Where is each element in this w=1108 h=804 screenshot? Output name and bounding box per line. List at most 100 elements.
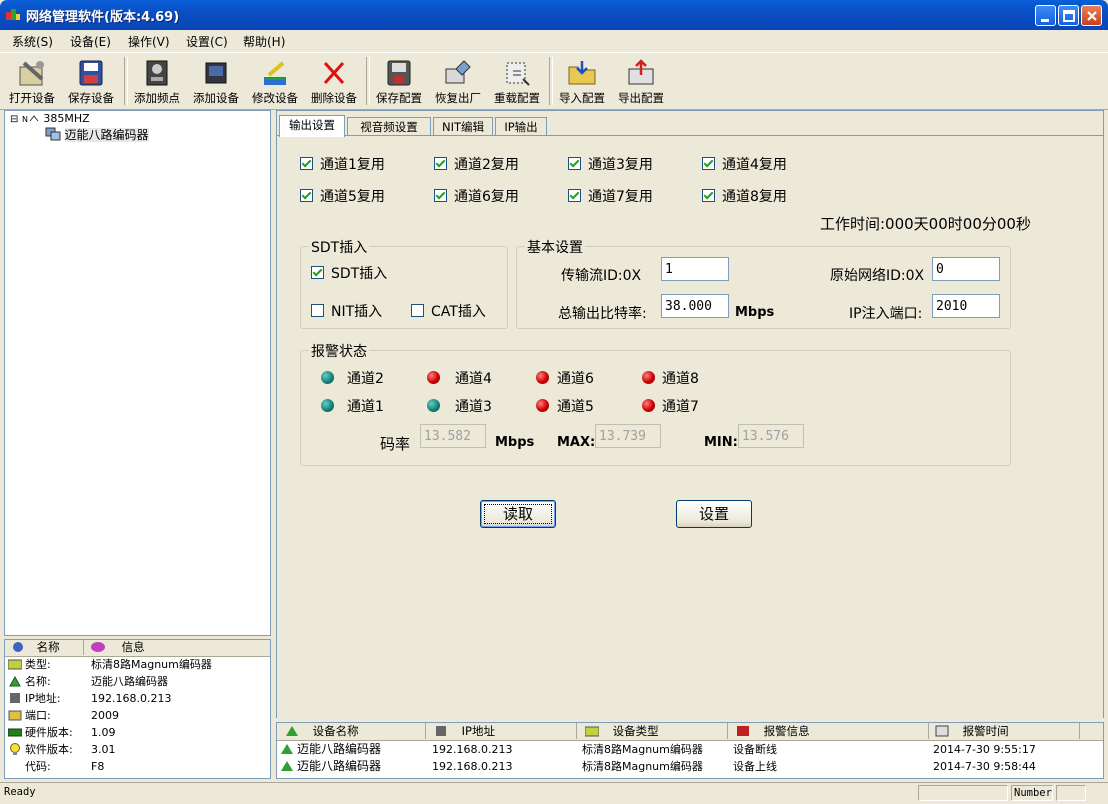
save-device-button[interactable]: 保存设备: [62, 55, 120, 107]
basic-settings-group: 基本设置 传输流ID:0X 原始网络ID:0X 总输出比特率: Mbps IP注…: [516, 237, 1011, 329]
bitrate-unit: Mbps: [735, 305, 775, 320]
add-device-button[interactable]: 添加设备: [187, 55, 245, 107]
channel-5-status-led: [536, 399, 549, 412]
status-numlock: Number: [1011, 785, 1053, 801]
info-header-name[interactable]: 名称: [5, 640, 84, 655]
status-text: Ready: [4, 786, 36, 798]
save-config-icon: [387, 60, 411, 86]
menu-operation[interactable]: 操作(V): [128, 33, 170, 50]
ts-id-label: 传输流ID:0X: [561, 268, 642, 284]
log-header-device-name[interactable]: 设备名称: [277, 723, 426, 739]
import-config-button[interactable]: 导入配置: [553, 55, 611, 107]
maximize-button[interactable]: [1058, 5, 1079, 26]
reload-config-icon: [506, 62, 530, 86]
tab-av-settings[interactable]: 视音频设置: [347, 117, 431, 135]
delete-device-button[interactable]: 删除设备: [305, 55, 363, 107]
sdt-insert-checkbox[interactable]: SDT插入: [311, 263, 387, 283]
device-tree[interactable]: ⊟ N 385MHZ 迈能八路编码器: [4, 110, 271, 636]
tab-nit-edit[interactable]: NIT编辑: [433, 117, 493, 135]
channel-5-mux-checkbox[interactable]: 通道5复用: [300, 186, 385, 206]
read-button[interactable]: 读取: [480, 500, 556, 528]
alarm-status-group: 报警状态 通道2 通道4 通道6 通道8 通道1 通道3 通道5 通道7 码率 …: [300, 341, 1011, 466]
log-row[interactable]: 迈能八路编码器 192.168.0.213 标清8路Magnum编码器 设备断线…: [277, 741, 1103, 758]
channel-1-status-led: [321, 399, 334, 412]
output-settings-page: 通道1复用 通道2复用 通道3复用 通道4复用 通道5复用 通道6复用 通道7复…: [277, 135, 1103, 718]
menu-settings[interactable]: 设置(C): [186, 33, 228, 50]
menu-help[interactable]: 帮助(H): [243, 33, 285, 50]
app-icon: [6, 9, 20, 20]
channel-3-mux-checkbox[interactable]: 通道3复用: [568, 154, 653, 174]
log-header: 设备名称 IP地址 设备类型 报警信息 报警时间: [277, 723, 1103, 741]
sdt-group: SDT插入 SDT插入 NIT插入 CAT插入: [300, 237, 508, 329]
open-device-button[interactable]: 打开设备: [3, 55, 61, 107]
info-row-code: 代码: F8: [25, 760, 105, 773]
close-icon: [1087, 11, 1097, 21]
window-title: 网络管理软件(版本:4.69): [26, 10, 180, 25]
minimize-icon: [1041, 19, 1049, 22]
channel-1-mux-checkbox[interactable]: 通道1复用: [300, 154, 385, 174]
alarm-channel-2-label: 通道2: [347, 371, 384, 387]
status-bar: Ready Number: [0, 782, 1108, 804]
alarm-channel-6-label: 通道6: [557, 371, 594, 387]
bitrate-readout-unit: Mbps: [495, 435, 535, 450]
channel-2-mux-checkbox[interactable]: 通道2复用: [434, 154, 519, 174]
channel-8-status-led: [642, 371, 655, 384]
maximize-icon: [1063, 10, 1075, 22]
add-frequency-button[interactable]: 添加频点: [128, 55, 186, 107]
alarm-channel-7-label: 通道7: [662, 399, 699, 415]
set-button[interactable]: 设置: [676, 500, 752, 528]
delete-icon: [323, 61, 345, 85]
status-panel-blank: [918, 785, 1008, 801]
ts-id-input[interactable]: [661, 257, 729, 281]
info-header-info[interactable]: 信息: [84, 640, 270, 655]
save-config-button[interactable]: 保存配置: [370, 55, 428, 107]
channel-2-status-led: [321, 371, 334, 384]
alarm-channel-5-label: 通道5: [557, 399, 594, 415]
channel-4-mux-checkbox[interactable]: 通道4复用: [702, 154, 787, 174]
alarm-log-table: 设备名称 IP地址 设备类型 报警信息 报警时间 迈能八路编码器 192.168…: [276, 722, 1104, 779]
factory-reset-button[interactable]: 恢复出厂: [429, 55, 487, 107]
log-header-alarm-info[interactable]: 报警信息: [728, 723, 929, 739]
menu-system[interactable]: 系统(S): [12, 33, 53, 50]
export-config-button[interactable]: 导出配置: [612, 55, 670, 107]
alarm-channel-1-label: 通道1: [347, 399, 384, 415]
log-header-device-type[interactable]: 设备类型: [577, 723, 728, 739]
max-readout: [595, 424, 661, 448]
ip-inject-port-input[interactable]: [932, 294, 1000, 318]
total-bitrate-input[interactable]: [661, 294, 729, 318]
name-column-icon: [13, 642, 23, 652]
log-header-alarm-time[interactable]: 报警时间: [929, 723, 1080, 739]
close-button[interactable]: [1081, 5, 1102, 26]
tab-output-settings[interactable]: 输出设置: [279, 115, 345, 137]
bitrate-label: 码率: [380, 435, 411, 453]
channel-8-mux-checkbox[interactable]: 通道8复用: [702, 186, 787, 206]
title-bar[interactable]: 网络管理软件(版本:4.69): [0, 0, 1108, 30]
info-row-name: 名称: 迈能八路编码器: [5, 673, 270, 690]
tree-expander-icon[interactable]: ⊟: [10, 114, 18, 125]
minimize-button[interactable]: [1035, 5, 1056, 26]
export-config-icon: [628, 59, 654, 85]
channel-7-mux-checkbox[interactable]: 通道7复用: [568, 186, 653, 206]
modify-device-button[interactable]: 修改设备: [246, 55, 304, 107]
tree-root[interactable]: ⊟ N 385MHZ: [10, 112, 90, 125]
min-readout: [738, 424, 804, 448]
add-device-icon: [205, 62, 227, 84]
channel-7-status-led: [642, 399, 655, 412]
menu-device[interactable]: 设备(E): [70, 33, 111, 50]
nit-insert-checkbox[interactable]: NIT插入: [311, 301, 382, 321]
alarm-column-icon: [737, 726, 749, 736]
reload-config-button[interactable]: 重载配置: [488, 55, 546, 107]
original-network-id-label: 原始网络ID:0X: [830, 268, 925, 284]
add-frequency-icon: [146, 60, 168, 86]
channel-6-mux-checkbox[interactable]: 通道6复用: [434, 186, 519, 206]
original-network-id-input[interactable]: [932, 257, 1000, 281]
info-row-sw-version: 软件版本: 3.01: [5, 741, 270, 758]
cat-insert-checkbox[interactable]: CAT插入: [411, 301, 486, 321]
log-header-ip[interactable]: IP地址: [426, 723, 577, 739]
status-panel-extra: [1056, 785, 1086, 801]
log-row[interactable]: 迈能八路编码器 192.168.0.213 标清8路Magnum编码器 设备上线…: [277, 758, 1103, 775]
tree-node-encoder[interactable]: 迈能八路编码器: [45, 126, 149, 143]
info-column-icon: [91, 642, 105, 652]
alarm-channel-4-label: 通道4: [455, 371, 492, 387]
tab-ip-output[interactable]: IP输出: [495, 117, 547, 135]
